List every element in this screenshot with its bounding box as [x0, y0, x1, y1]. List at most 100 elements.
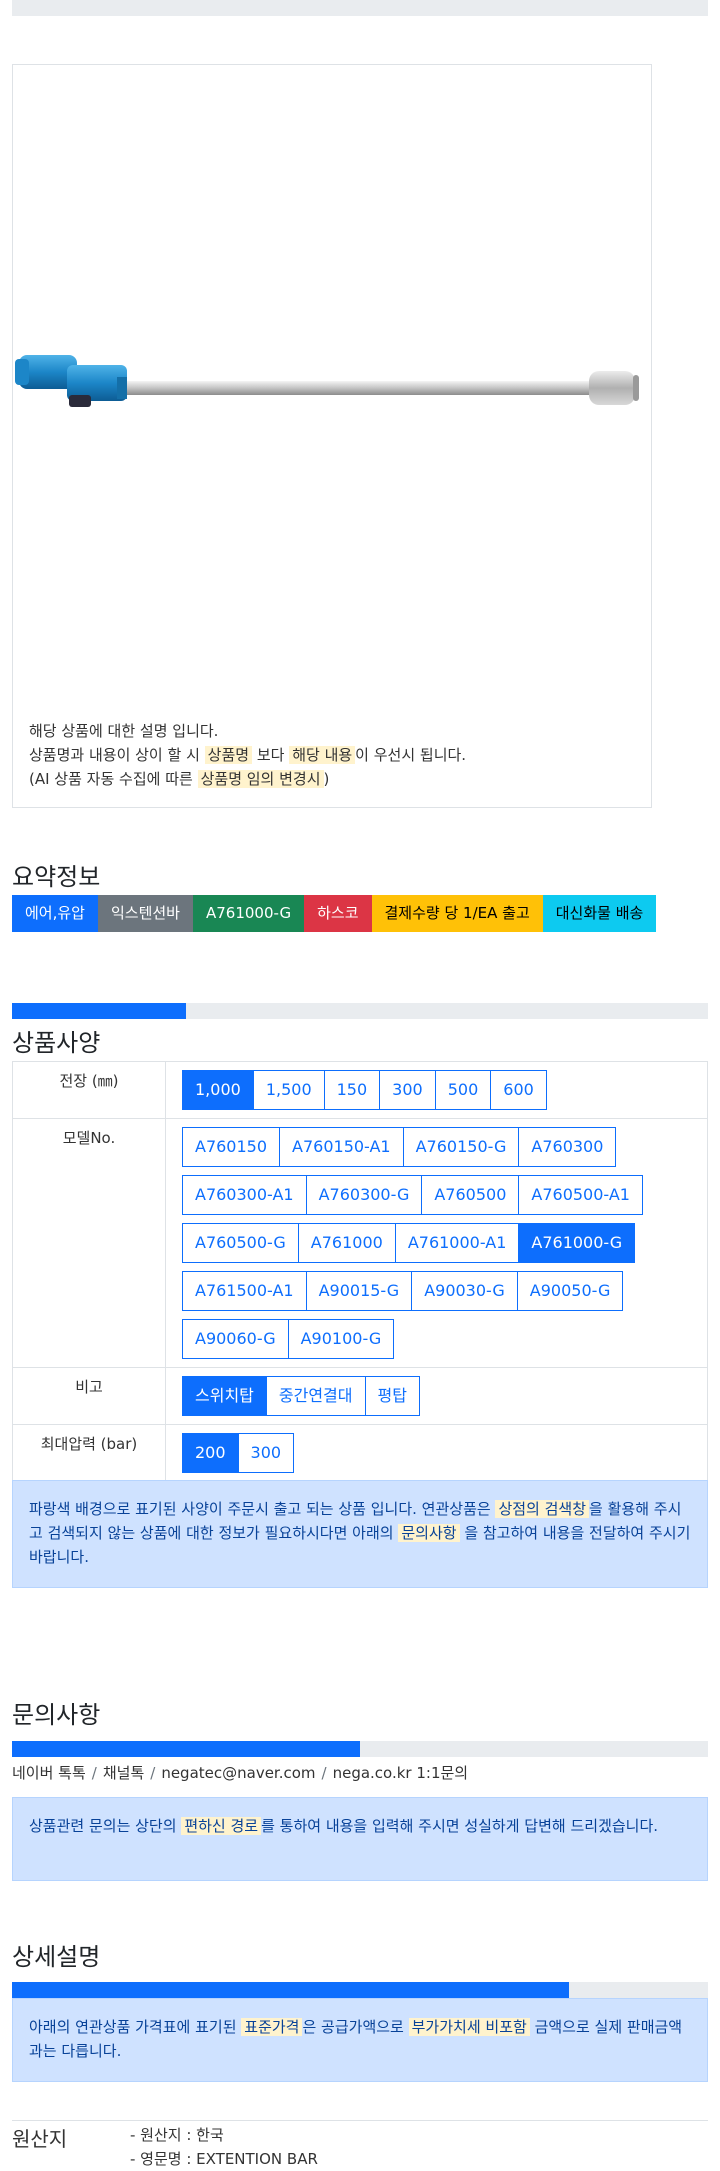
spec-option-button[interactable]: A760150-G — [402, 1127, 520, 1167]
summary-badge: 에어,유압 — [12, 895, 98, 932]
notice-text: 를 통하여 내용을 입력해 주시면 성실하게 답변해 드리겠습니다. — [261, 1817, 659, 1835]
spec-option-button[interactable]: A760500 — [421, 1175, 520, 1215]
breadcrumb-link[interactable]: nega.co.kr 1:1문의 — [333, 1764, 469, 1782]
spec-option-button[interactable]: A760150 — [182, 1127, 281, 1167]
breadcrumb-link[interactable]: negatec@naver.com — [161, 1764, 315, 1782]
specs-progress-fill — [12, 1003, 186, 1019]
detail-progress — [12, 1982, 708, 1998]
notice-text: 이 우선시 됩니다. — [355, 746, 467, 764]
spec-option-button[interactable]: A761000-G — [518, 1223, 636, 1263]
spec-row: 전장 (㎜) 1,000 1,500 150 300 500 600 — [12, 1061, 708, 1119]
spec-option-button[interactable]: 중간연결대 — [265, 1376, 366, 1416]
specs-title: 상품사양 — [12, 1029, 101, 1057]
specs-progress — [12, 1003, 708, 1019]
summary-badge: 대신화물 배송 — [542, 895, 657, 932]
spec-options: A760150 A760150-A1 A760150-G A760300 A760300… — [165, 1118, 708, 1368]
highlight-text: 표준가격 — [241, 2018, 303, 2036]
spec-options: 200 300 — [165, 1424, 708, 1482]
spec-label: 모델No. — [12, 1118, 166, 1368]
highlight-text: 상품명 임의 변경시 — [197, 770, 324, 788]
highlight-text: 해당 내용 — [289, 746, 356, 764]
inquiry-breadcrumb: 네이버 톡톡 / 채널톡 / negatec@naver.com / nega.co.kr … — [12, 1762, 468, 1783]
spec-option-button[interactable]: 300 — [379, 1070, 436, 1110]
highlight-text: 문의사항 — [398, 1524, 460, 1542]
product-image — [15, 355, 639, 407]
spec-label: 비고 — [12, 1367, 166, 1425]
spec-label: 최대압력 (bar) — [12, 1424, 166, 1482]
description-line: (AI 상품 자동 수집에 따른 상품명 임의 변경시) — [29, 767, 466, 791]
highlight-text: 부가가치세 비포함 — [408, 2018, 530, 2036]
spec-option-button[interactable]: A760300-A1 — [182, 1175, 307, 1215]
origin-divider — [12, 2120, 708, 2121]
spec-option-button[interactable]: A90050-G — [516, 1271, 624, 1311]
origin-list: - 원산지 : 한국 - 영문명 : EXTENTION BAR — [130, 2123, 318, 2171]
notice-text: 파랑색 배경으로 표기된 사양이 주문시 출고 되는 상품 입니다. 연관상품은 — [29, 1500, 496, 1518]
spec-option-button[interactable]: A760500-G — [182, 1223, 299, 1263]
description-line: 해당 상품에 대한 설명 입니다. — [29, 719, 466, 743]
spec-option-button[interactable]: A90015-G — [305, 1271, 413, 1311]
notice-text: 은 공급가액으로 — [302, 2018, 409, 2036]
notice-text: 아래의 연관상품 가격표에 표기된 — [29, 2018, 242, 2036]
option-group: 1,000 1,500 150 300 500 600 — [182, 1066, 697, 1114]
breadcrumb-separator: / — [91, 1764, 97, 1782]
breadcrumb-separator: / — [321, 1764, 327, 1782]
option-group: A760150 A760150-A1 A760150-G A760300 A760300… — [182, 1123, 697, 1363]
highlight-text: 상점의 검색창 — [495, 1500, 590, 1518]
description-line: 상품명과 내용이 상이 할 시 상품명 보다 해당 내용 이 우선시 됩니다. — [29, 743, 466, 767]
inquiry-notice: 상품관련 문의는 상단의 편하신 경로 를 통하여 내용을 입력해 주시면 성실하… — [12, 1797, 708, 1881]
inquiry-progress-fill — [12, 1741, 360, 1757]
summary-badge: 하스코 — [304, 895, 372, 932]
summary-badge: 익스텐션바 — [97, 895, 193, 932]
spec-row: 비고 스위치탑 중간연결대 평탑 — [12, 1367, 708, 1425]
notice-text: ) — [323, 770, 330, 788]
spec-option-button[interactable]: 1,000 — [182, 1070, 254, 1110]
spec-option-button[interactable]: 150 — [323, 1070, 381, 1110]
summary-title: 요약정보 — [12, 863, 101, 891]
highlight-text: 편하신 경로 — [181, 1817, 262, 1835]
spec-option-button[interactable]: A760300-G — [305, 1175, 423, 1215]
origin-item: - 영문명 : EXTENTION BAR — [130, 2150, 318, 2168]
spec-row: 모델No. A760150 A760150-A1 A760150-G A760300 A7… — [12, 1118, 708, 1368]
spec-label: 전장 (㎜) — [12, 1061, 166, 1119]
detail-notice: 아래의 연관상품 가격표에 표기된 표준가격 은 공급가액으로 부가가치세 비포함… — [12, 1998, 708, 2082]
breadcrumb-link[interactable]: 채널톡 — [103, 1764, 144, 1782]
spec-option-button[interactable]: A760300 — [518, 1127, 617, 1167]
spec-option-button[interactable]: 500 — [434, 1070, 492, 1110]
product-image-description: 해당 상품에 대한 설명 입니다. 상품명과 내용이 상이 할 시 상품명 보다 … — [29, 719, 466, 791]
spec-option-button[interactable]: 200 — [182, 1433, 239, 1473]
spec-option-button[interactable]: A760150-A1 — [279, 1127, 404, 1167]
spec-option-button[interactable]: 600 — [490, 1070, 547, 1110]
spec-option-button[interactable]: A761000 — [297, 1223, 396, 1263]
summary-badge: A761000-G — [192, 895, 305, 932]
product-image-frame: 해당 상품에 대한 설명 입니다. 상품명과 내용이 상이 할 시 상품명 보다 … — [12, 64, 652, 808]
spec-option-button[interactable]: 평탑 — [364, 1376, 420, 1416]
spec-option-button[interactable]: A761000-A1 — [394, 1223, 520, 1263]
specs-notice: 파랑색 배경으로 표기된 사양이 주문시 출고 되는 상품 입니다. 연관상품은… — [12, 1480, 708, 1588]
spec-option-button[interactable]: A90100-G — [287, 1319, 395, 1359]
notice-text: 상품명과 내용이 상이 할 시 — [29, 746, 205, 764]
spec-option-button[interactable]: A90030-G — [411, 1271, 518, 1311]
origin-item: - 원산지 : 한국 — [130, 2126, 224, 2144]
inquiry-progress — [12, 1741, 708, 1757]
spec-option-button[interactable]: A761500-A1 — [182, 1271, 307, 1311]
origin-label: 원산지 — [12, 2127, 68, 2151]
top-progress-bar — [12, 0, 708, 16]
inquiry-title: 문의사항 — [12, 1701, 101, 1729]
summary-badge: 결제수량 당 1/EA 출고 — [371, 895, 543, 932]
breadcrumb-separator: / — [150, 1764, 156, 1782]
spec-option-button[interactable]: A760500-A1 — [518, 1175, 643, 1215]
spec-option-button[interactable]: 1,500 — [252, 1070, 325, 1110]
option-group: 스위치탑 중간연결대 평탑 — [182, 1372, 697, 1420]
notice-text: 상품관련 문의는 상단의 — [29, 1817, 182, 1835]
detail-title: 상세설명 — [12, 1943, 101, 1971]
spec-option-button[interactable]: 300 — [237, 1433, 295, 1473]
option-group: 200 300 — [182, 1429, 697, 1477]
spec-option-button[interactable]: A90060-G — [182, 1319, 289, 1359]
breadcrumb-link[interactable]: 네이버 톡톡 — [12, 1764, 86, 1782]
spec-table: 전장 (㎜) 1,000 1,500 150 300 500 600 모델No. A760150… — [12, 1061, 708, 1539]
spec-options: 1,000 1,500 150 300 500 600 — [165, 1061, 708, 1119]
notice-text: (AI 상품 자동 수집에 따른 — [29, 770, 198, 788]
spec-row: 최대압력 (bar) 200 300 — [12, 1424, 708, 1482]
spec-option-button[interactable]: 스위치탑 — [182, 1376, 267, 1416]
detail-progress-fill — [12, 1982, 569, 1998]
